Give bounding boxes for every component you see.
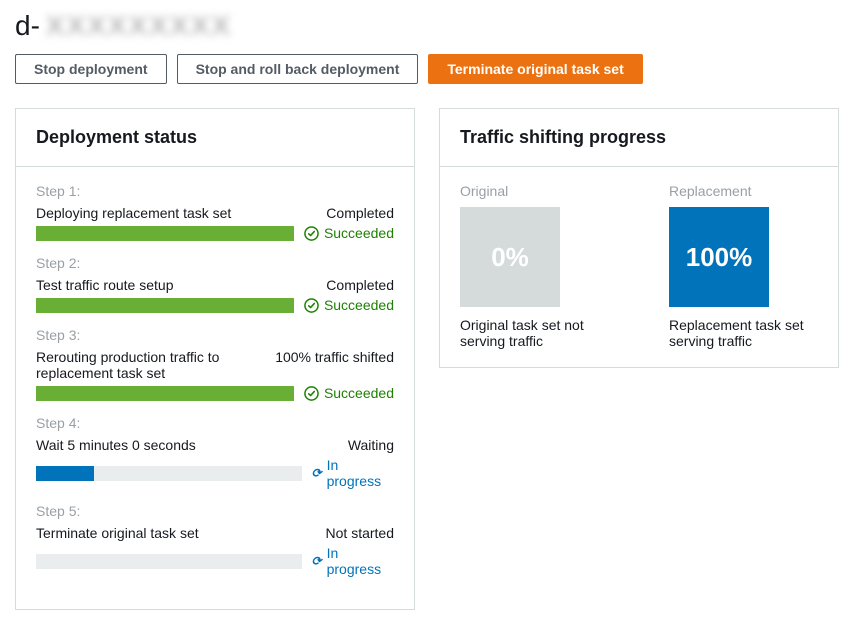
step-progress-line: Succeeded bbox=[36, 225, 394, 241]
step-result: Succeeded bbox=[304, 297, 394, 313]
deployment-status-header: Deployment status bbox=[16, 109, 414, 167]
step-description: Terminate original task set bbox=[36, 525, 306, 541]
title-prefix: d- bbox=[15, 10, 40, 42]
step-label: Step 2: bbox=[36, 255, 394, 271]
step-progress-bar bbox=[36, 298, 294, 313]
check-circle-icon bbox=[304, 226, 319, 241]
step-description-row: Test traffic route setup Completed bbox=[36, 277, 394, 293]
traffic-shifting-panel: Traffic shifting progress Original 0% Or… bbox=[439, 108, 839, 368]
traffic-replacement-column: Replacement 100% Replacement task set se… bbox=[669, 183, 818, 349]
deployment-step: Step 5: Terminate original task set Not st… bbox=[36, 503, 394, 577]
step-progress-fill bbox=[36, 298, 294, 313]
step-progress-line: ⟳ In progress bbox=[36, 457, 394, 489]
traffic-original-percent: 0% bbox=[491, 242, 529, 273]
step-status: Completed bbox=[326, 277, 394, 293]
step-result: ⟳ In progress bbox=[312, 545, 394, 577]
step-progress-bar bbox=[36, 226, 294, 241]
deployment-step: Step 1: Deploying replacement task set Com… bbox=[36, 183, 394, 241]
step-progress-fill bbox=[36, 386, 294, 401]
step-description-row: Terminate original task set Not started bbox=[36, 525, 394, 541]
step-status: Not started bbox=[326, 525, 394, 541]
check-circle-icon bbox=[304, 298, 319, 313]
step-progress-bar bbox=[36, 554, 302, 569]
step-progress-bar bbox=[36, 466, 302, 481]
step-label: Step 3: bbox=[36, 327, 394, 343]
step-description-row: Deploying replacement task set Completed bbox=[36, 205, 394, 221]
step-label: Step 1: bbox=[36, 183, 394, 199]
deployment-step: Step 4: Wait 5 minutes 0 seconds Waiting ⟳ I… bbox=[36, 415, 394, 489]
traffic-original-desc: Original task set not serving traffic bbox=[460, 317, 609, 349]
page-title: d- XXXXXXXXX bbox=[15, 10, 839, 42]
step-result-text: Succeeded bbox=[324, 297, 394, 313]
traffic-replacement-label: Replacement bbox=[669, 183, 818, 199]
step-result: Succeeded bbox=[304, 385, 394, 401]
loading-icon: ⟳ bbox=[312, 466, 322, 480]
deployment-status-panel: Deployment status Step 1: Deploying repla… bbox=[15, 108, 415, 610]
step-result-text: Succeeded bbox=[324, 225, 394, 241]
step-result: ⟳ In progress bbox=[312, 457, 394, 489]
step-result-text: Succeeded bbox=[324, 385, 394, 401]
terminate-task-set-button[interactable]: Terminate original task set bbox=[428, 54, 642, 84]
step-description: Test traffic route setup bbox=[36, 277, 306, 293]
stop-deployment-button[interactable]: Stop deployment bbox=[15, 54, 167, 84]
step-description: Deploying replacement task set bbox=[36, 205, 306, 221]
step-label: Step 4: bbox=[36, 415, 394, 431]
step-label: Step 5: bbox=[36, 503, 394, 519]
traffic-replacement-box: 100% bbox=[669, 207, 769, 307]
deployment-step: Step 3: Rerouting production traffic to r… bbox=[36, 327, 394, 401]
deployment-step: Step 2: Test traffic route setup Completed… bbox=[36, 255, 394, 313]
step-description: Wait 5 minutes 0 seconds bbox=[36, 437, 328, 453]
step-progress-line: Succeeded bbox=[36, 385, 394, 401]
step-status: Waiting bbox=[348, 437, 394, 453]
step-progress-bar bbox=[36, 386, 294, 401]
step-result-text: In progress bbox=[327, 545, 394, 577]
step-description-row: Rerouting production traffic to replacem… bbox=[36, 349, 394, 381]
step-progress-line: ⟳ In progress bbox=[36, 545, 394, 577]
step-result: Succeeded bbox=[304, 225, 394, 241]
step-description: Rerouting production traffic to replacem… bbox=[36, 349, 255, 381]
step-progress-line: Succeeded bbox=[36, 297, 394, 313]
loading-icon: ⟳ bbox=[312, 554, 322, 568]
title-obscured-id: XXXXXXXXX bbox=[46, 10, 232, 42]
traffic-original-box: 0% bbox=[460, 207, 560, 307]
step-description-row: Wait 5 minutes 0 seconds Waiting bbox=[36, 437, 394, 453]
traffic-replacement-desc: Replacement task set serving traffic bbox=[669, 317, 818, 349]
step-status: 100% traffic shifted bbox=[275, 349, 394, 381]
step-progress-fill bbox=[36, 466, 94, 481]
traffic-original-column: Original 0% Original task set not servin… bbox=[460, 183, 609, 349]
traffic-shifting-header: Traffic shifting progress bbox=[440, 109, 838, 167]
traffic-replacement-percent: 100% bbox=[686, 242, 753, 273]
action-button-row: Stop deployment Stop and roll back deplo… bbox=[15, 54, 839, 84]
step-status: Completed bbox=[326, 205, 394, 221]
traffic-original-label: Original bbox=[460, 183, 609, 199]
step-result-text: In progress bbox=[327, 457, 394, 489]
step-progress-fill bbox=[36, 226, 294, 241]
check-circle-icon bbox=[304, 386, 319, 401]
stop-rollback-button[interactable]: Stop and roll back deployment bbox=[177, 54, 419, 84]
